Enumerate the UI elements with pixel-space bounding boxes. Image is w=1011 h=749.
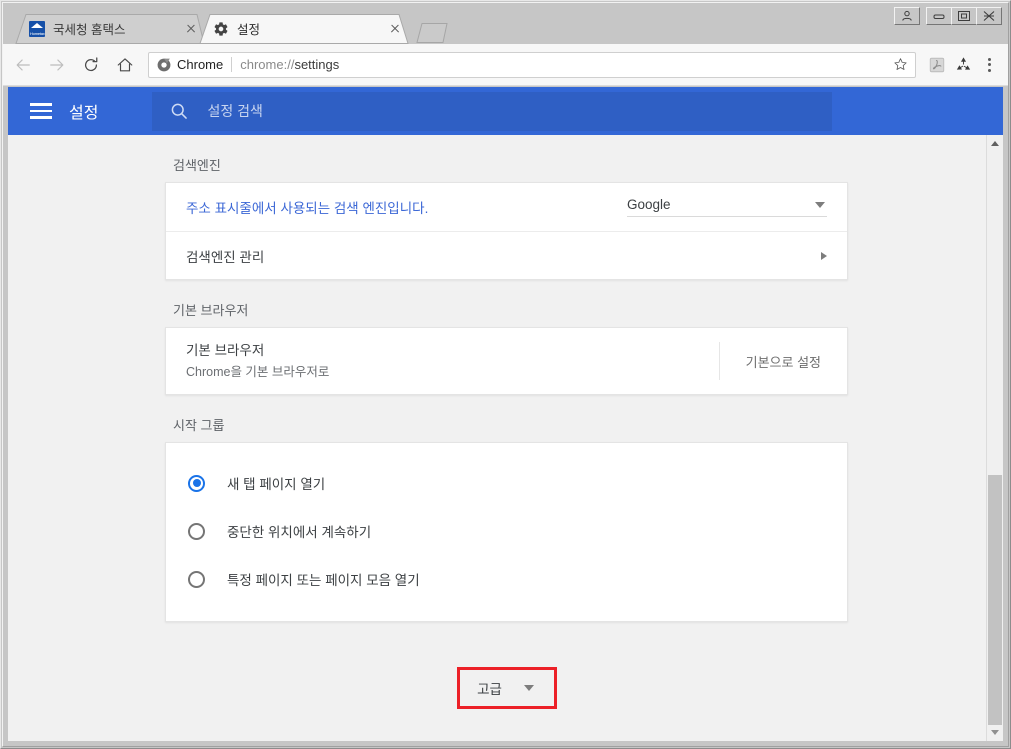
minimize-button[interactable]	[926, 6, 952, 25]
close-button[interactable]	[976, 6, 1002, 25]
scrollbar-thumb[interactable]	[988, 475, 1002, 725]
default-browser-texts: 기본 브라우저 Chrome을 기본 브라우저로	[186, 329, 719, 394]
window-caption-buttons	[894, 6, 1002, 25]
advanced-section: 고급	[165, 667, 848, 709]
startup-radio-group: 새 탭 페이지 열기 중단한 위치에서 계속하기 특정 페이지 또는 페이지 모…	[166, 443, 847, 621]
omnibox-url-path: settings	[294, 57, 340, 72]
set-default-button[interactable]: 기본으로 설정	[720, 352, 847, 371]
search-engine-card: 주소 표시줄에서 사용되는 검색 엔진입니다. Google 검색엔진 관리	[165, 182, 848, 280]
home-icon[interactable]	[111, 51, 139, 79]
section-title-default-browser: 기본 브라우저	[173, 303, 249, 318]
startup-option-label-new-tab: 새 탭 페이지 열기	[227, 477, 326, 492]
adobe-acrobat-extension-icon[interactable]	[924, 52, 950, 78]
row-label-default-search-engine: 주소 표시줄에서 사용되는 검색 엔진입니다.	[186, 201, 429, 216]
advanced-button[interactable]: 고급	[460, 670, 554, 706]
chevron-right-icon	[821, 251, 827, 260]
startup-option-specific-pages[interactable]: 특정 페이지 또는 페이지 모음 열기	[166, 555, 847, 603]
tab-title-hometax: 국세청 홈택스	[53, 23, 126, 37]
gear-icon	[213, 21, 229, 37]
back-arrow-icon[interactable]	[9, 51, 37, 79]
omnibox-scheme-label: Chrome	[177, 57, 224, 72]
row-default-browser: 기본 브라우저 Chrome을 기본 브라우저로 기본으로 설정	[166, 328, 847, 394]
startup-option-continue[interactable]: 중단한 위치에서 계속하기	[166, 507, 847, 555]
radio-button-continue[interactable]	[188, 522, 205, 540]
row-manage-search-engines[interactable]: 검색엔진 관리	[166, 231, 847, 279]
chevron-down-icon	[815, 201, 825, 208]
search-input[interactable]	[205, 102, 833, 120]
chrome-logo-icon	[157, 58, 171, 72]
browser-toolbar: Chrome chrome://settings	[3, 44, 1008, 86]
scroll-up-arrow-icon[interactable]	[987, 135, 1003, 152]
row-label-manage-search-engines: 검색엔진 관리	[186, 249, 265, 265]
advanced-highlight-box: 고급	[456, 667, 557, 709]
vertical-scrollbar[interactable]	[986, 135, 1003, 741]
caret-down-icon	[523, 685, 534, 691]
settings-content: 검색엔진 주소 표시줄에서 사용되는 검색 엔진입니다. Google 검색엔진…	[8, 135, 1003, 741]
settings-header: 설정	[8, 87, 1003, 135]
reload-icon[interactable]	[77, 51, 105, 79]
tab-hometax[interactable]: Hometax 국세청 홈택스	[15, 13, 205, 44]
row-default-search-engine[interactable]: 주소 표시줄에서 사용되는 검색 엔진입니다. Google	[166, 183, 847, 231]
page-title: 설정	[69, 105, 99, 122]
favicon-wordmark: Hometax	[30, 30, 45, 36]
star-icon[interactable]	[889, 54, 911, 76]
section-startup: 시작 그룹 새 탭 페이지 열기 중단한 위치에서 계속하기 특정 페이지 또는…	[165, 395, 848, 622]
omnibox-url: chrome://settings	[240, 57, 889, 72]
section-search-engine: 검색엔진 주소 표시줄에서 사용되는 검색 엔진입니다. Google 검색엔진…	[165, 135, 848, 280]
chrome-menu-icon[interactable]	[976, 52, 1002, 78]
scroll-down-arrow-icon[interactable]	[987, 724, 1003, 741]
startup-option-label-specific-pages: 특정 페이지 또는 페이지 모음 열기	[227, 573, 420, 588]
default-browser-card: 기본 브라우저 Chrome을 기본 브라우저로 기본으로 설정	[165, 327, 848, 395]
default-browser-secondary: Chrome을 기본 브라우저로	[186, 364, 330, 379]
tab-strip: Hometax 국세청 홈택스 설정	[3, 3, 1008, 44]
hamburger-menu-icon[interactable]	[30, 100, 52, 122]
browser-window: Hometax 국세청 홈택스 설정 Chrome chrome://setti…	[0, 0, 1011, 749]
omnibox-url-scheme: chrome://	[240, 57, 295, 72]
hometax-favicon: Hometax	[29, 20, 45, 37]
radio-button-new-tab[interactable]	[188, 474, 205, 492]
profile-button[interactable]	[894, 6, 920, 25]
address-bar[interactable]: Chrome chrome://settings	[148, 51, 916, 78]
maximize-button[interactable]	[951, 6, 977, 25]
settings-column: 검색엔진 주소 표시줄에서 사용되는 검색 엔진입니다. Google 검색엔진…	[165, 135, 848, 709]
section-default-browser: 기본 브라우저 기본 브라우저 Chrome을 기본 브라우저로 기본으로 설정	[165, 280, 848, 395]
radio-button-specific-pages[interactable]	[188, 570, 205, 588]
tab-title-settings: 설정	[237, 23, 261, 37]
settings-search-box[interactable]	[152, 91, 833, 131]
startup-option-new-tab[interactable]: 새 탭 페이지 열기	[166, 459, 847, 507]
recycle-extension-icon[interactable]	[950, 52, 976, 78]
startup-option-label-continue: 중단한 위치에서 계속하기	[227, 525, 372, 540]
section-title-search-engine: 검색엔진	[173, 158, 221, 173]
omnibox-divider	[231, 57, 233, 72]
search-engine-select[interactable]: Google	[627, 197, 827, 217]
advanced-button-label: 고급	[477, 682, 502, 697]
forward-arrow-icon[interactable]	[43, 51, 71, 79]
tab-settings[interactable]: 설정	[199, 13, 409, 44]
section-title-startup: 시작 그룹	[173, 418, 225, 433]
search-engine-selected-value: Google	[627, 197, 671, 212]
new-tab-icon[interactable]	[411, 21, 451, 44]
default-browser-primary: 기본 브라우저	[186, 342, 265, 358]
tab-close-icon[interactable]	[183, 21, 199, 37]
startup-card: 새 탭 페이지 열기 중단한 위치에서 계속하기 특정 페이지 또는 페이지 모…	[165, 442, 848, 622]
search-icon	[169, 101, 189, 121]
tab-close-icon[interactable]	[387, 21, 403, 37]
